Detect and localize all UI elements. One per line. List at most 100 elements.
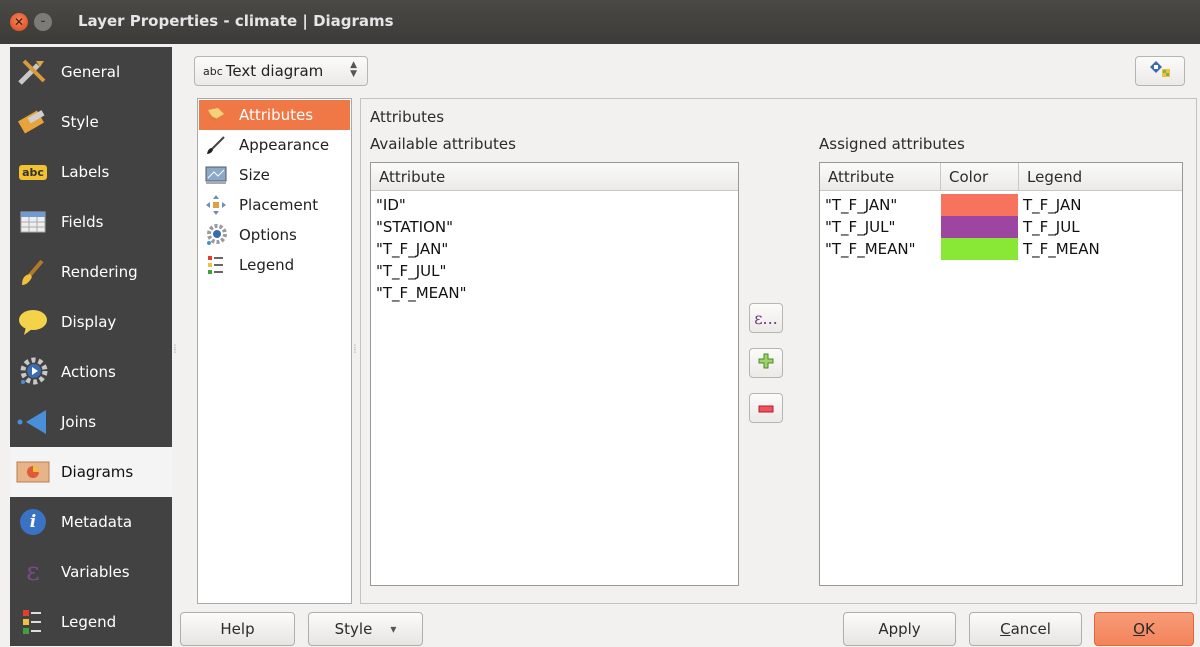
subnav-item-placement[interactable]: Placement <box>199 190 350 220</box>
sidebar-item-label: Metadata <box>61 513 133 531</box>
add-attribute-button[interactable] <box>749 348 783 378</box>
sidebar-item-label: General <box>61 63 121 81</box>
splitter-handle[interactable]: ⁞ <box>173 342 177 356</box>
list-item[interactable]: "STATION" <box>376 216 453 238</box>
subnav-item-label: Options <box>239 226 297 244</box>
assigned-attributes-table[interactable]: Attribute Color Legend "T_F_JAN" T_F_JAN… <box>819 162 1183 586</box>
style-menu-button[interactable]: Style ▾ <box>308 612 423 646</box>
column-header-attribute[interactable]: Attribute <box>820 163 940 191</box>
labels-abc-icon: abc <box>15 157 51 187</box>
list-item[interactable]: "T_F_MEAN" <box>376 282 467 304</box>
apply-button[interactable]: Apply <box>843 612 956 646</box>
diagrams-icon <box>15 457 51 487</box>
assigned-attribute-cell[interactable]: "T_F_JAN" <box>825 194 897 216</box>
sidebar-item-metadata[interactable]: i Metadata <box>10 497 172 547</box>
splitter-handle[interactable]: ⁞ <box>353 342 357 356</box>
size-icon <box>205 165 227 185</box>
sidebar-item-label: Fields <box>61 213 104 231</box>
sidebar-item-diagrams[interactable]: Diagrams <box>10 447 172 497</box>
sidebar-item-label: Rendering <box>61 263 138 281</box>
remove-attribute-button[interactable] <box>749 393 783 423</box>
close-window-button[interactable]: ✕ <box>10 13 28 31</box>
sidebar-item-label: Diagrams <box>61 463 134 481</box>
expression-button[interactable]: ε... <box>749 303 783 333</box>
dropdown-arrow-icon: ▾ <box>390 622 397 636</box>
column-header-legend[interactable]: Legend <box>1018 163 1182 191</box>
legend-cell[interactable]: T_F_JAN <box>1023 194 1081 216</box>
subnav-item-size[interactable]: Size <box>199 160 350 190</box>
subnav-item-appearance[interactable]: Appearance <box>199 130 350 160</box>
minimize-window-button[interactable]: – <box>34 13 52 31</box>
epsilon-icon: ε... <box>754 308 778 328</box>
list-item[interactable]: "T_F_JAN" <box>376 238 448 260</box>
legend-cell[interactable]: T_F_MEAN <box>1023 238 1100 260</box>
general-tools-icon <box>15 57 51 87</box>
subnav-item-label: Size <box>239 166 270 184</box>
column-header-attribute[interactable]: Attribute <box>371 163 738 191</box>
sidebar-item-style[interactable]: Style <box>10 97 172 147</box>
sidebar-item-label: Labels <box>61 163 110 181</box>
sidebar-item-variables[interactable]: ε Variables <box>10 547 172 597</box>
variables-epsilon-icon: ε <box>26 557 40 587</box>
sidebar-item-label: Style <box>61 113 99 131</box>
sidebar-item-label: Legend <box>61 613 117 631</box>
sidebar: General Style abc Labels Fields Renderin… <box>10 47 172 646</box>
cancel-button-label: Cancel <box>1000 620 1051 638</box>
window-title: Layer Properties - climate | Diagrams <box>78 12 394 30</box>
metadata-info-icon: i <box>15 507 51 537</box>
sidebar-item-label: Display <box>61 313 117 331</box>
sidebar-item-general[interactable]: General <box>10 47 172 97</box>
diagram-settings-nav: Attributes Appearance Size Placement Opt… <box>197 98 352 604</box>
style-manager-button[interactable] <box>1135 56 1185 86</box>
style-button-label: Style <box>334 620 373 638</box>
table-header: Attribute Color Legend <box>820 163 1182 191</box>
attributes-panel: Attributes Available attributes Assigned… <box>360 98 1197 604</box>
sidebar-item-labels[interactable]: abc Labels <box>10 147 172 197</box>
legend-cell[interactable]: T_F_JUL <box>1023 216 1080 238</box>
color-swatch[interactable] <box>941 194 1018 216</box>
ok-button[interactable]: OK <box>1094 612 1194 646</box>
sidebar-item-legend[interactable]: Legend <box>10 597 172 647</box>
spin-arrows-icon: ▲ ▼ <box>350 60 357 79</box>
rendering-brush-icon <box>15 257 51 287</box>
list-item[interactable]: "T_F_JUL" <box>376 260 446 282</box>
subnav-item-label: Legend <box>239 256 295 274</box>
subnav-item-legend[interactable]: Legend <box>199 250 350 280</box>
diagram-type-select[interactable]: abc Text diagram ▲ ▼ <box>194 56 368 86</box>
sidebar-item-actions[interactable]: Actions <box>10 347 172 397</box>
cancel-button[interactable]: Cancel <box>969 612 1082 646</box>
sidebar-item-label: Actions <box>61 363 116 381</box>
display-bubble-icon <box>15 307 51 337</box>
apply-button-label: Apply <box>878 620 921 638</box>
color-swatch[interactable] <box>941 216 1018 238</box>
list-item[interactable]: "ID" <box>376 194 406 216</box>
sidebar-item-display[interactable]: Display <box>10 297 172 347</box>
appearance-brush-icon <box>205 135 227 155</box>
options-gear-icon <box>205 224 227 245</box>
subnav-item-label: Appearance <box>239 136 330 154</box>
assigned-attribute-cell[interactable]: "T_F_MEAN" <box>825 238 916 260</box>
subnav-item-label: Attributes <box>239 106 314 124</box>
subnav-item-attributes[interactable]: Attributes <box>199 100 350 130</box>
help-button-label: Help <box>220 620 255 638</box>
sidebar-item-rendering[interactable]: Rendering <box>10 247 172 297</box>
subnav-item-options[interactable]: Options <box>199 220 350 250</box>
fields-table-icon <box>15 207 51 237</box>
table-header: Attribute <box>371 163 738 191</box>
sidebar-item-fields[interactable]: Fields <box>10 197 172 247</box>
style-brush-icon <box>15 107 51 137</box>
actions-gear-icon <box>15 357 51 387</box>
available-attributes-table[interactable]: Attribute "ID" "STATION" "T_F_JAN" "T_F_… <box>370 162 739 586</box>
help-button[interactable]: Help <box>180 612 295 646</box>
remove-icon <box>758 399 774 417</box>
attributes-icon <box>205 105 227 125</box>
joins-arrow-icon <box>15 407 51 437</box>
placement-icon <box>205 195 227 215</box>
style-manager-icon <box>1148 59 1172 83</box>
color-swatch[interactable] <box>941 238 1018 260</box>
column-header-color[interactable]: Color <box>940 163 1018 191</box>
sidebar-item-joins[interactable]: Joins <box>10 397 172 447</box>
sidebar-item-label: Variables <box>61 563 130 581</box>
legend-icon <box>205 255 227 275</box>
assigned-attribute-cell[interactable]: "T_F_JUL" <box>825 216 895 238</box>
